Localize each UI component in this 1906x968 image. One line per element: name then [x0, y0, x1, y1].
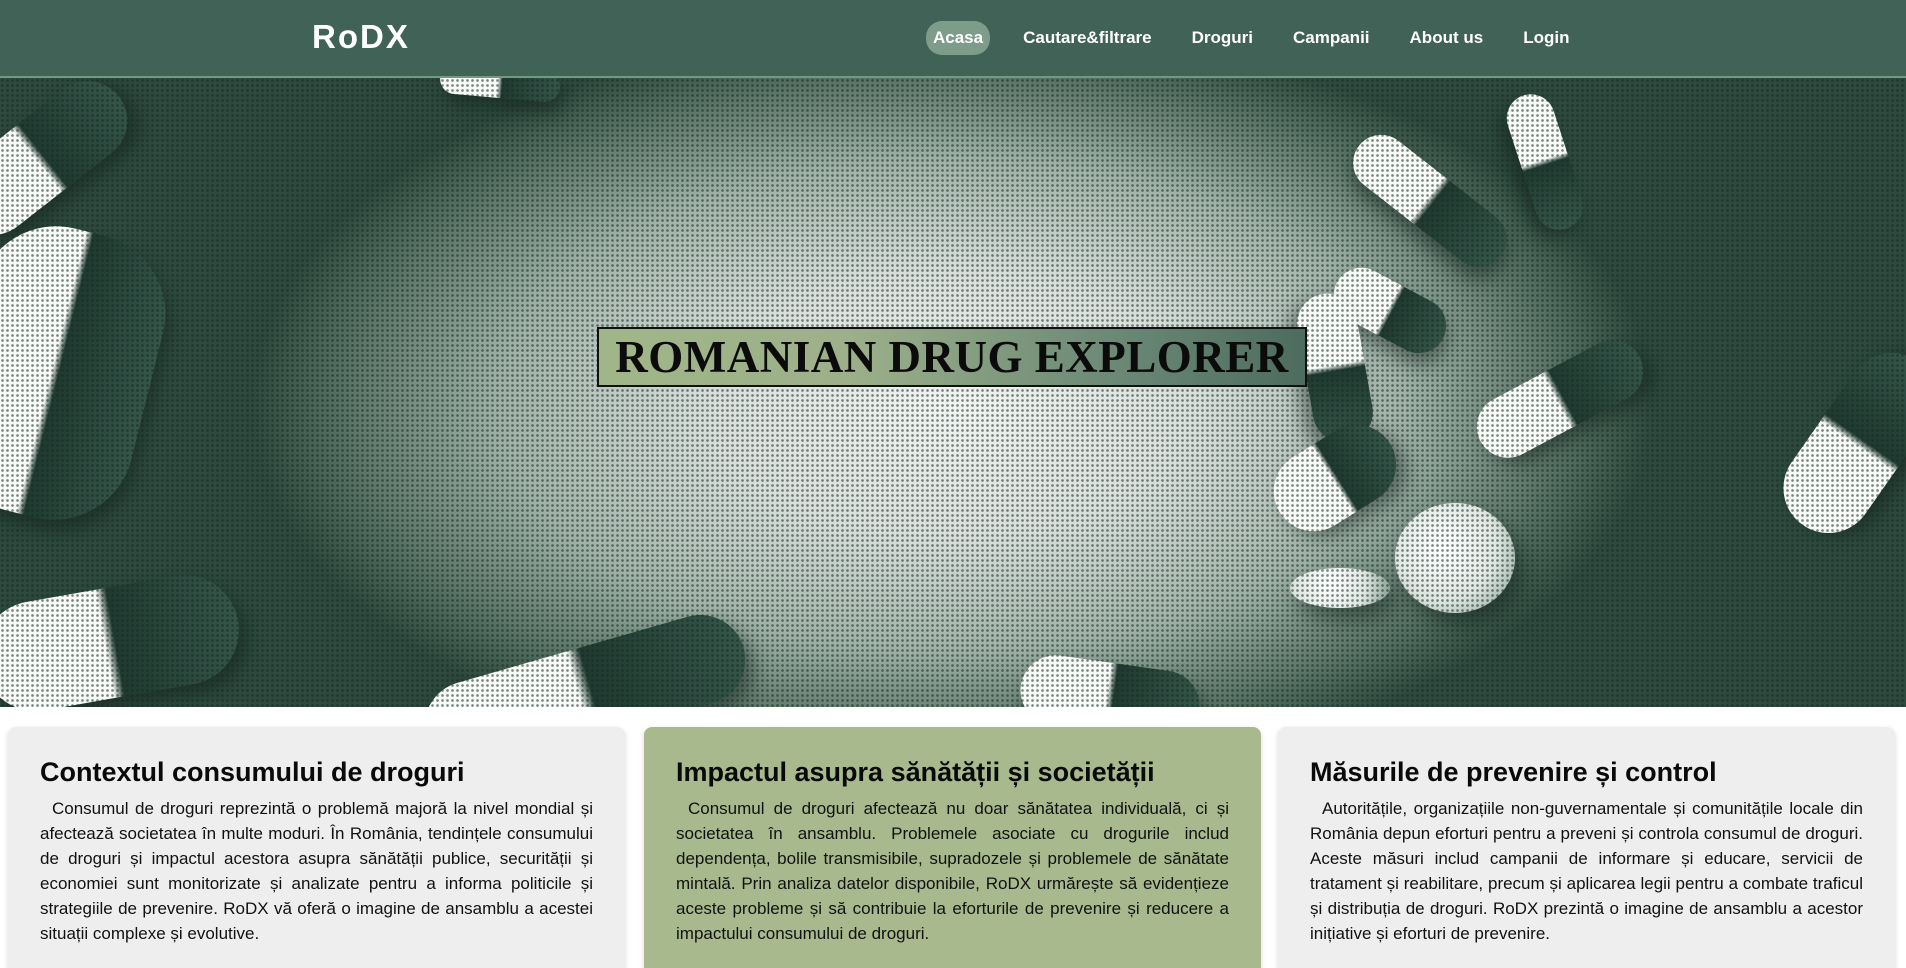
nav-link-acasa[interactable]: Acasa	[926, 21, 991, 55]
pill-decoration	[1765, 335, 1906, 551]
pill-decoration	[0, 78, 144, 252]
top-navbar: RoDX Acasa Cautare&filtrare Droguri Camp…	[0, 0, 1906, 78]
hero-banner: ROMANIAN DRUG EXPLORER	[0, 78, 1906, 707]
pill-decoration	[438, 78, 562, 104]
info-cards: Contextul consumului de droguri Consumul…	[0, 707, 1906, 968]
pill-decoration	[1258, 409, 1412, 547]
card-impact: Impactul asupra sănătății și societății …	[644, 727, 1261, 968]
nav-link-login[interactable]: Login	[1516, 21, 1576, 55]
pill-decoration	[1341, 123, 1519, 279]
card-context: Contextul consumului de droguri Consumul…	[8, 727, 625, 968]
pill-decoration	[1465, 329, 1655, 469]
main-nav: Acasa Cautare&filtrare Droguri Campanii …	[926, 21, 1602, 55]
tablet-decoration	[1395, 503, 1515, 613]
card-text: Consumul de droguri afectează nu doar să…	[676, 799, 1229, 943]
card-prevention: Măsurile de prevenire și control Autorit…	[1278, 727, 1895, 968]
hero-title: ROMANIAN DRUG EXPLORER	[597, 327, 1307, 387]
card-title: Contextul consumului de droguri	[40, 757, 465, 787]
nav-link-campanii[interactable]: Campanii	[1286, 21, 1377, 55]
card-title: Măsurile de prevenire și control	[1310, 757, 1717, 787]
nav-link-cautare-filtrare[interactable]: Cautare&filtrare	[1016, 21, 1159, 55]
pill-decoration	[0, 209, 183, 537]
tablet-decoration	[1290, 568, 1390, 608]
card-text: Autoritățile, organizațiile non-guvernam…	[1310, 799, 1863, 943]
card-title: Impactul asupra sănătății și societății	[676, 757, 1155, 787]
pill-decoration	[413, 604, 757, 707]
nav-link-droguri[interactable]: Droguri	[1185, 21, 1260, 55]
pill-decoration	[1016, 650, 1204, 707]
site-logo[interactable]: RoDX	[312, 18, 410, 56]
pill-decoration	[0, 566, 248, 707]
pill-decoration	[1500, 88, 1590, 236]
nav-link-about-us[interactable]: About us	[1403, 21, 1491, 55]
card-text: Consumul de droguri reprezintă o problem…	[40, 799, 593, 943]
